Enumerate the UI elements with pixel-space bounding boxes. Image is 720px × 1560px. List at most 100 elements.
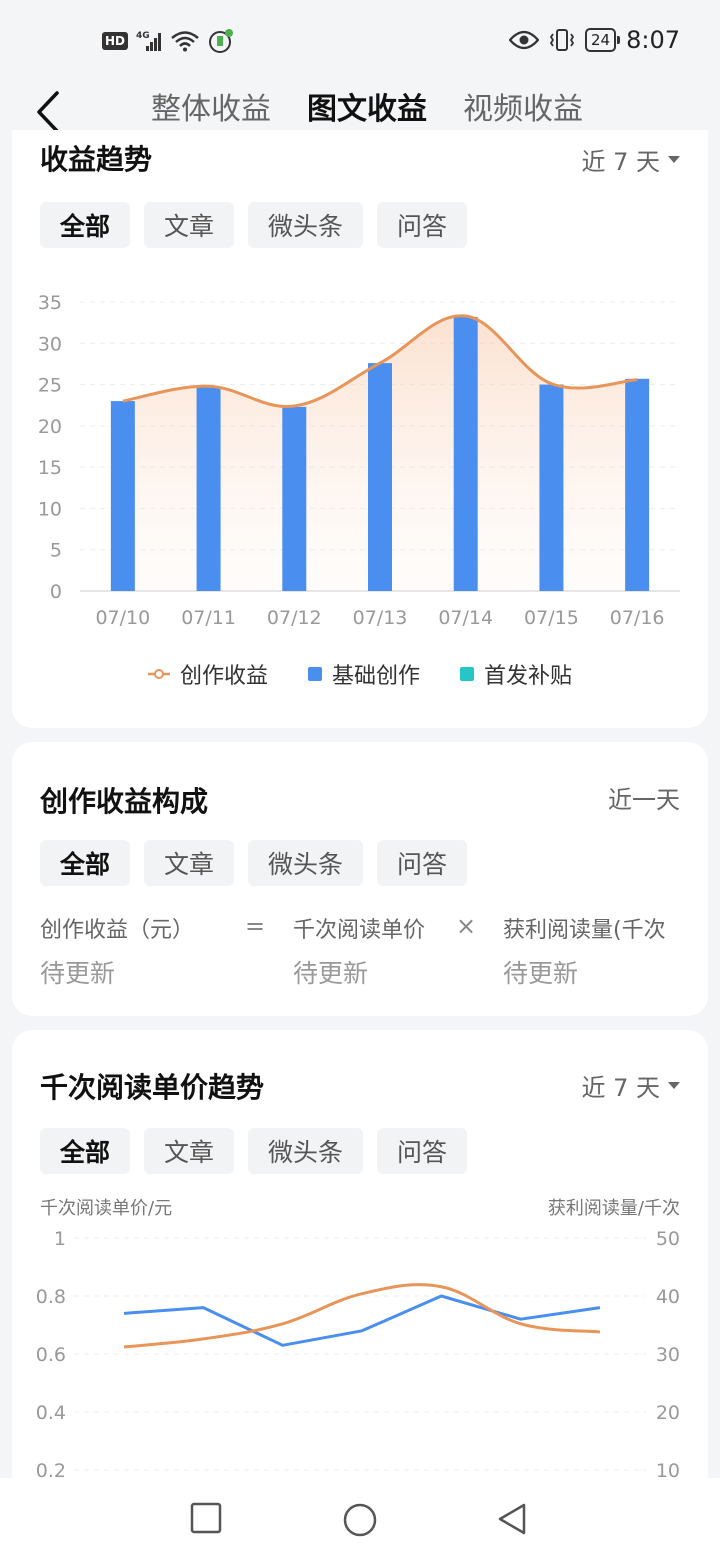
- series-line: [123, 1283, 601, 1349]
- filter-all[interactable]: 全部: [40, 1128, 131, 1174]
- legend-label: 基础创作: [331, 664, 420, 689]
- content-filter: 全部 文章 微头条 问答: [40, 840, 468, 886]
- y-tick-label: 15: [38, 457, 62, 479]
- formula-value: 待更新: [40, 959, 116, 988]
- tab-overall-revenue[interactable]: 整体收益: [151, 84, 271, 128]
- status-right: 24 8:07: [509, 26, 680, 54]
- legend-label: 创作收益: [179, 664, 268, 689]
- formula-value: 待更新: [293, 959, 369, 988]
- range-label: 近 7 天: [581, 1074, 660, 1102]
- revenue-trend-chart: 0 5 10 15 20 25 30 35 07/10 07/11 07/12 07/13 07/14 0…: [38, 292, 680, 629]
- y-tick-label: 10: [38, 498, 62, 520]
- y-tick-label: 20: [38, 416, 62, 438]
- x-tick-label: 07/12: [267, 607, 322, 629]
- x-tick-label: 07/11: [181, 607, 236, 629]
- left-y-tick-label: 0.4: [36, 1402, 66, 1424]
- svg-text:4G: 4G: [136, 31, 150, 41]
- recent-apps-button[interactable]: [190, 1502, 222, 1534]
- filter-micro-post[interactable]: 微头条: [248, 1128, 364, 1174]
- bar: [282, 406, 307, 591]
- left-y-tick-label: 1: [54, 1228, 66, 1250]
- y-tick-label: 30: [38, 333, 62, 355]
- x-tick-label: 07/14: [438, 607, 493, 629]
- series-line: [123, 1294, 601, 1347]
- filter-article[interactable]: 文章: [144, 840, 235, 886]
- tab-video-revenue[interactable]: 视频收益: [463, 84, 583, 128]
- bar: [625, 378, 650, 591]
- legend-item-creation-revenue[interactable]: 创作收益: [147, 658, 268, 690]
- left-y-tick-label: 0.8: [36, 1286, 66, 1308]
- bar: [453, 316, 478, 591]
- filter-article[interactable]: 文章: [144, 1128, 235, 1174]
- right-y-tick-label: 20: [656, 1402, 680, 1424]
- right-y-tick-label: 50: [656, 1228, 680, 1250]
- range-label: 近一天: [608, 780, 680, 815]
- caret-down-icon: [668, 156, 680, 163]
- wifi-icon: [171, 31, 199, 52]
- formula-value: 待更新: [503, 959, 579, 988]
- filter-micro-post[interactable]: 微头条: [248, 202, 364, 248]
- formula-creation-revenue: 创作收益（元） 待更新: [40, 912, 194, 990]
- hd-badge: HD: [102, 32, 129, 50]
- right-y-tick-label: 40: [656, 1286, 680, 1308]
- x-tick-label: 07/13: [353, 607, 408, 629]
- caret-down-icon: [668, 1082, 680, 1089]
- right-y-tick-label: 30: [656, 1344, 680, 1366]
- left-y-tick-label: 0.6: [36, 1344, 66, 1366]
- formula-label: 创作收益（元）: [40, 918, 195, 943]
- card-title: 创作收益构成: [40, 785, 209, 818]
- formula-price-per-thousand: 千次阅读单价 待更新: [293, 912, 425, 990]
- revenue-formula: 创作收益（元） 待更新 = 千次阅读单价 待更新 × 获利阅读量(千次 待更新: [40, 912, 680, 992]
- legend-label: 首发补贴: [484, 664, 573, 689]
- left-axis-label: 千次阅读单价/元: [40, 1198, 173, 1219]
- equals-sign: =: [245, 912, 266, 940]
- charging-icon: [209, 29, 234, 53]
- x-tick-label: 07/10: [95, 607, 150, 629]
- range-selector[interactable]: 近 7 天: [581, 1068, 680, 1103]
- bar: [539, 384, 564, 591]
- line-marker-icon: [147, 669, 170, 679]
- square-marker-icon: [460, 667, 474, 681]
- bar: [110, 401, 135, 591]
- square-marker-icon: [307, 667, 322, 681]
- price-trend-chart: 1 500.8 400.6 300.4 200.2 10: [36, 1228, 680, 1482]
- home-button[interactable]: [342, 1502, 378, 1538]
- formula-label: 千次阅读单价: [293, 918, 426, 943]
- filter-qa[interactable]: 问答: [377, 840, 468, 886]
- vibrate-icon: [549, 29, 575, 51]
- formula-profitable-reads: 获利阅读量(千次 待更新: [503, 912, 666, 990]
- status-bar: HD 4G 24 8:07: [0, 0, 720, 80]
- tab-article-revenue[interactable]: 图文收益: [307, 84, 427, 128]
- y-tick-label: 35: [38, 292, 62, 314]
- revenue-composition-card: 创作收益构成 近一天 全部 文章 微头条 问答 创作收益（元） 待更新 = 千次…: [12, 742, 708, 1016]
- x-tick-label: 07/16: [610, 607, 665, 629]
- bar: [196, 387, 221, 591]
- filter-micro-post[interactable]: 微头条: [248, 840, 364, 886]
- eye-icon: [509, 30, 539, 50]
- filter-all[interactable]: 全部: [40, 202, 131, 248]
- range-text: 近一天: [608, 786, 680, 814]
- chart-legend: 创作收益 基础创作 首发补贴: [12, 658, 708, 690]
- content-filter: 全部 文章 微头条 问答: [40, 202, 468, 248]
- back-nav-button[interactable]: [496, 1502, 528, 1536]
- filter-qa[interactable]: 问答: [377, 1128, 468, 1174]
- filter-all[interactable]: 全部: [40, 840, 131, 886]
- range-selector[interactable]: 近 7 天: [581, 142, 680, 177]
- filter-qa[interactable]: 问答: [377, 202, 468, 248]
- battery-indicator: 24: [585, 28, 621, 52]
- revenue-tabs: 整体收益 图文收益 视频收益: [0, 84, 720, 128]
- legend-item-first-publish-subsidy[interactable]: 首发补贴: [460, 658, 572, 690]
- card-title: 千次阅读单价趋势: [40, 1071, 265, 1104]
- range-label: 近 7 天: [581, 148, 660, 176]
- price-trend-card: 千次阅读单价趋势 近 7 天 全部 文章 微头条 问答 千次阅读单价/元 获利阅…: [12, 1030, 708, 1490]
- revenue-trend-card: 收益趋势 近 7 天 全部 文章 微头条 问答 0 5 10 15 20 25 30 35 07…: [12, 130, 708, 728]
- y-tick-label: 25: [38, 375, 62, 397]
- filter-article[interactable]: 文章: [144, 202, 235, 248]
- x-tick-label: 07/15: [524, 607, 579, 629]
- system-nav-bar: [0, 1478, 720, 1560]
- legend-item-basic-creation[interactable]: 基础创作: [307, 658, 420, 690]
- status-left: HD 4G: [102, 28, 234, 54]
- content-filter: 全部 文章 微头条 问答: [40, 1128, 468, 1174]
- y-tick-label: 0: [50, 581, 62, 603]
- card-title: 收益趋势: [40, 143, 153, 176]
